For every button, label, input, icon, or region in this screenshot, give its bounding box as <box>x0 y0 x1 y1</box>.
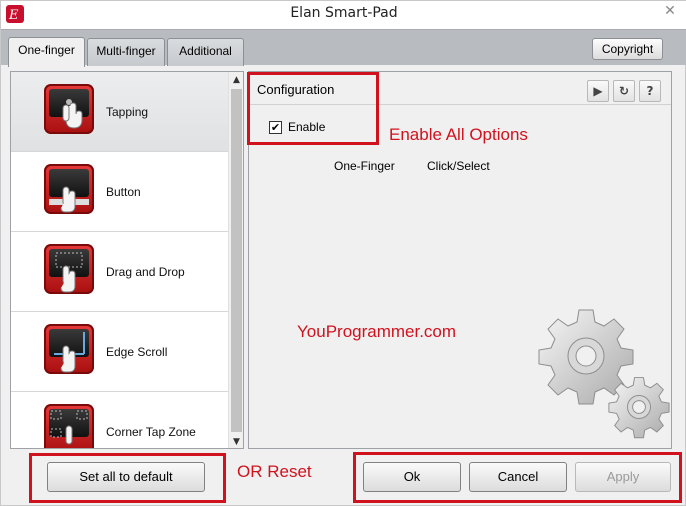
list-item-label: Corner Tap Zone <box>106 425 196 439</box>
title-bar: E Elan Smart-Pad ✕ <box>1 1 686 29</box>
list-item-tapping[interactable]: Tapping <box>11 72 229 152</box>
drag-drop-icon <box>44 244 94 294</box>
annotation-enable-text: Enable All Options <box>389 125 528 144</box>
window-title: Elan Smart-Pad <box>290 5 398 21</box>
button-icon <box>44 164 94 214</box>
list-item-label: Button <box>106 185 141 199</box>
copyright-button[interactable]: Copyright <box>592 38 663 60</box>
list-item-label: Edge Scroll <box>106 345 168 359</box>
refresh-icon[interactable]: ↻ <box>613 80 635 102</box>
scroll-up-icon[interactable]: ▲ <box>229 72 243 88</box>
app-window: E Elan Smart-Pad ✕ One-finger Multi-fing… <box>0 0 686 506</box>
tab-multi-finger[interactable]: Multi-finger <box>87 38 165 66</box>
annotation-box-buttons <box>353 452 682 503</box>
annotation-site-text: YouProgrammer.com <box>297 322 457 341</box>
list-item-label: Tapping <box>106 105 149 119</box>
help-icon[interactable]: ? <box>639 80 661 102</box>
tapping-icon <box>44 84 94 134</box>
gear-small-icon <box>608 377 670 439</box>
play-icon[interactable]: ▶ <box>587 80 609 102</box>
finger-label: One-Finger <box>334 159 395 173</box>
list-item-edge-scroll[interactable]: Edge Scroll <box>11 312 229 392</box>
list-item-drag-drop[interactable]: Drag and Drop <box>11 232 229 312</box>
tab-strip: One-finger Multi-finger Additional Copyr… <box>1 29 686 67</box>
annotation-box-config <box>247 72 379 145</box>
list-item-corner-tap[interactable]: Corner Tap Zone <box>11 392 229 448</box>
tab-additional[interactable]: Additional <box>167 38 244 66</box>
scroll-thumb[interactable] <box>231 89 242 432</box>
action-label: Click/Select <box>427 159 490 173</box>
annotation-reset-text: OR Reset <box>237 462 312 481</box>
gesture-list: Tapping Button Drag and Drop Edge Scroll <box>10 71 244 449</box>
tab-one-finger[interactable]: One-finger <box>8 37 85 67</box>
scrollbar[interactable]: ▲ ▼ <box>228 72 243 448</box>
close-button[interactable]: ✕ <box>655 1 685 23</box>
scroll-down-icon[interactable]: ▼ <box>229 434 243 448</box>
corner-tap-icon <box>44 404 94 448</box>
edge-scroll-icon <box>44 324 94 374</box>
annotation-box-default <box>29 453 226 503</box>
list-item-label: Drag and Drop <box>106 265 185 279</box>
list-item-button[interactable]: Button <box>11 152 229 232</box>
